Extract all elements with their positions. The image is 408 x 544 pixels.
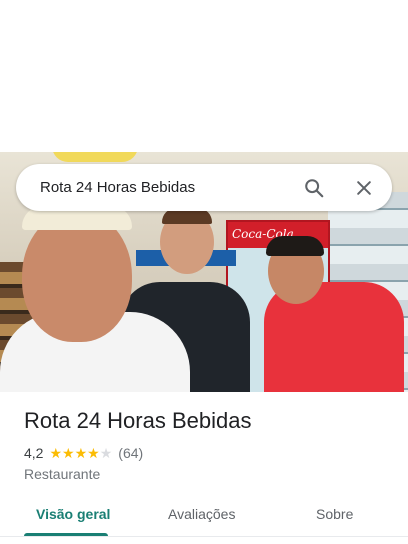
ceiling-lamp	[52, 152, 138, 162]
star-icon: ★	[62, 445, 75, 461]
search-bar[interactable]: Rota 24 Horas Bebidas	[16, 164, 392, 211]
search-button[interactable]	[298, 172, 330, 204]
close-icon	[357, 181, 371, 195]
star-icon: ★	[49, 445, 63, 461]
tab-overview[interactable]: Visão geral	[36, 506, 110, 522]
top-blank-area	[0, 0, 408, 152]
person-right-hair	[266, 236, 324, 256]
star-icon: ★	[87, 445, 100, 461]
search-icon	[305, 179, 324, 198]
place-title: Rota 24 Horas Bebidas	[24, 408, 252, 433]
review-count[interactable]: (64)	[118, 445, 143, 461]
close-button[interactable]	[348, 172, 380, 204]
star-icon: ★	[74, 445, 88, 461]
tab-reviews[interactable]: Avaliações	[168, 506, 235, 522]
place-category[interactable]: Restaurante	[24, 466, 100, 482]
rating-value: 4,2	[24, 445, 44, 461]
active-tab-indicator	[24, 533, 108, 536]
star-icon: ★	[99, 445, 113, 461]
tab-bar: Visão geral Avaliações Sobre	[0, 494, 408, 537]
rating-stars: ★ ★ ★ ★ ★	[49, 446, 112, 460]
tab-about[interactable]: Sobre	[316, 506, 353, 522]
search-input[interactable]: Rota 24 Horas Bebidas	[40, 179, 195, 196]
rating-row[interactable]: 4,2 ★ ★ ★ ★ ★ (64)	[24, 444, 143, 462]
